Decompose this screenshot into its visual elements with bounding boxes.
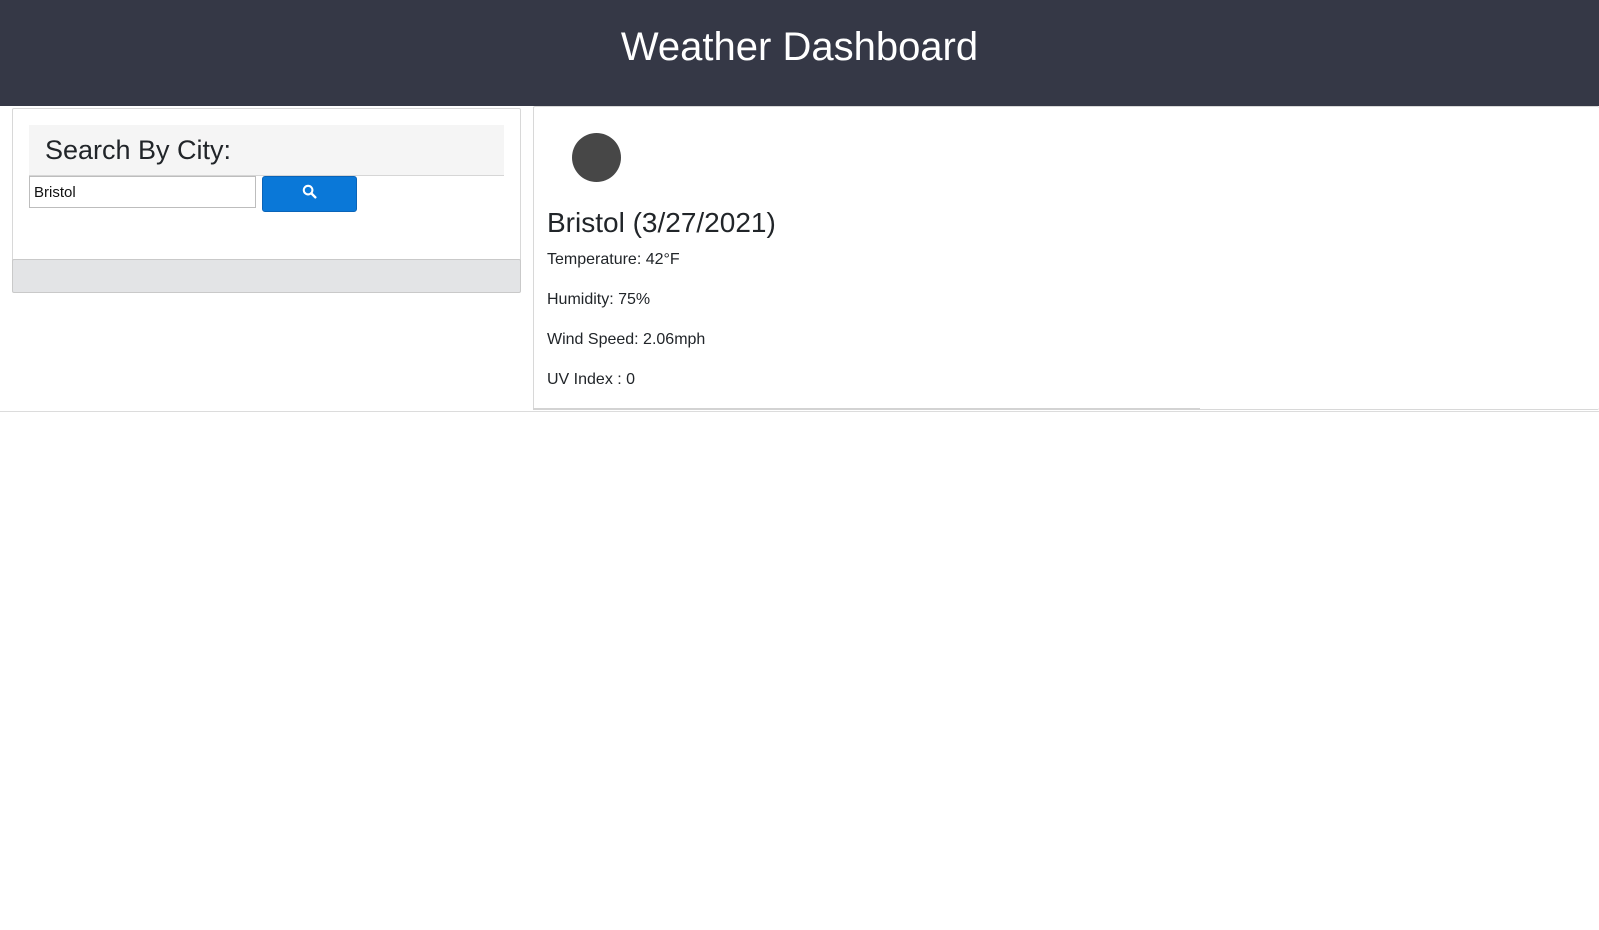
current-weather-panel: Bristol (3/27/2021) Temperature: 42°F Hu… xyxy=(533,106,1599,410)
city-search-input[interactable] xyxy=(29,176,256,208)
uv-index-text: UV Index : 0 xyxy=(547,371,636,388)
wind-speed-text: Wind Speed: 2.06mph xyxy=(547,331,706,348)
search-history-list[interactable] xyxy=(12,259,521,293)
humidity-text: Humidity: 75% xyxy=(547,291,651,308)
search-panel: Search By City: xyxy=(12,108,521,293)
divider xyxy=(533,408,1200,410)
search-button[interactable] xyxy=(262,176,357,212)
city-date-heading: Bristol (3/27/2021) xyxy=(547,207,776,238)
search-icon xyxy=(302,184,317,204)
main-content: Search By City: Bristol (3/27/2021) Temp… xyxy=(0,106,1599,412)
search-heading: Search By City: xyxy=(45,135,232,165)
temperature-text: Temperature: 42°F xyxy=(547,251,680,268)
page-title: Weather Dashboard xyxy=(620,24,979,69)
app-header: Weather Dashboard xyxy=(0,0,1599,106)
weather-condition-icon xyxy=(572,133,621,182)
search-heading-box: Search By City: xyxy=(29,125,504,176)
